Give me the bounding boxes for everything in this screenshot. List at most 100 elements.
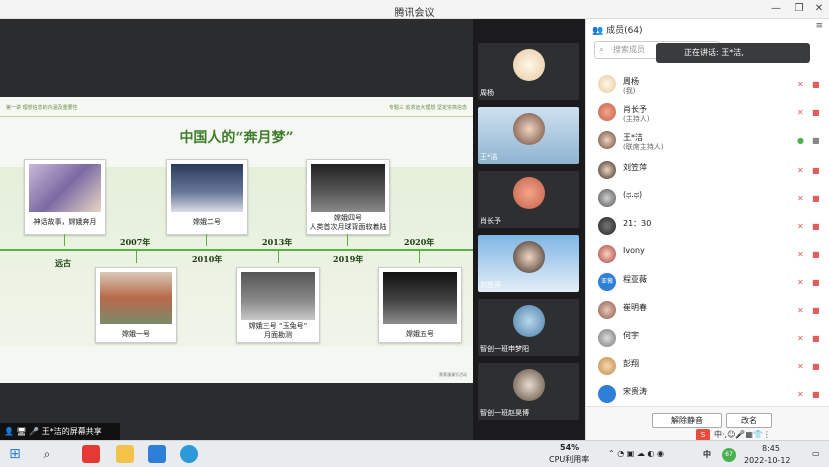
member-row[interactable]: 亚薇 程亚薇 ✕ ■ (586, 269, 829, 297)
notification-icon[interactable]: ▭ (812, 449, 820, 458)
mic-muted-icon[interactable]: ✕ (797, 334, 806, 343)
file-explorer-icon[interactable] (116, 445, 134, 463)
camera-off-icon[interactable]: ■ (812, 390, 822, 399)
camera-off-icon[interactable]: ■ (812, 306, 822, 315)
member-row[interactable]: Ivony ✕ ■ (586, 241, 829, 269)
video-tile[interactable]: 周杨 (478, 43, 579, 100)
clock-date[interactable]: 2022-10-12 (744, 456, 791, 465)
avatar (598, 329, 616, 347)
minimize-icon[interactable]: — (769, 3, 783, 15)
restore-icon[interactable]: ❐ (792, 3, 806, 15)
mic-muted-icon[interactable]: ✕ (797, 166, 806, 175)
member-row[interactable]: 何宇 ✕ ■ (586, 325, 829, 353)
rover-image (311, 164, 385, 212)
member-name: 崔明春 (623, 303, 647, 312)
video-tile[interactable]: 王*洁 (478, 107, 579, 164)
cpu-percent: 54% (560, 443, 580, 452)
member-row[interactable]: 21：30 ✕ ■ (586, 213, 829, 241)
close-icon[interactable]: ✕ (812, 3, 826, 15)
member-row[interactable]: 肖长予 (主持人) ✕ ■ (586, 99, 829, 127)
member-row[interactable]: 彭翔 ✕ ■ (586, 353, 829, 381)
window-title: 腾讯会议 (394, 8, 435, 19)
speaking-indicator: 正在讲话: 王*洁, (656, 43, 810, 63)
avatar (598, 245, 616, 263)
member-row[interactable]: 崔明春 ✕ ■ (586, 297, 829, 325)
slide-divider (0, 116, 473, 117)
window-title-bar: 腾讯会议 — ❐ ✕ (0, 0, 829, 19)
slide-title: 中国人的“奔月梦” (179, 130, 294, 146)
video-name: 周杨 (480, 89, 494, 97)
tray-icons[interactable]: ⌃ ◔ ▣ ☁ ◐ ◉ (608, 449, 664, 458)
avatar: 亚薇 (598, 273, 616, 291)
share-owner-text: 王*洁的屏幕共享 (41, 427, 102, 436)
mic-muted-icon[interactable]: ✕ (797, 108, 806, 117)
rocket-image (171, 164, 243, 212)
video-tile[interactable]: 刘笠萍 (478, 235, 579, 292)
yutu-image (241, 272, 315, 320)
mic-muted-icon[interactable]: ✕ (797, 362, 806, 371)
mic-icon: 🎤 (29, 427, 40, 436)
member-row[interactable]: 宋贵涛 ✕ ■ (586, 381, 829, 403)
windows-start-icon[interactable]: ⊞ (6, 445, 24, 463)
mic-muted-icon[interactable]: ✕ (797, 390, 806, 399)
share-owner-label: 👤 🖥 🎤 王*洁的屏幕共享 (0, 423, 120, 440)
avatar (513, 241, 545, 273)
timeline-tick (136, 251, 137, 263)
ime-toolbar[interactable]: 中·,☺🎤▦👕⋮ (714, 429, 771, 440)
camera-on-icon[interactable]: ■ (812, 136, 822, 145)
panel-title: 👥 成员(64) (592, 26, 643, 36)
member-row[interactable]: 周杨 (我) ✕ ■ (586, 71, 829, 99)
member-panel: 👥 成员(64) ≡ 搜索成员 ⌕ 正在讲话: 王*洁, 周杨 (我) ✕ ■ … (585, 19, 829, 441)
mic-muted-icon[interactable]: ✕ (797, 306, 806, 315)
member-row[interactable]: 王*洁 (联席主持人) ● ■ (586, 127, 829, 155)
wps-icon[interactable] (82, 445, 100, 463)
camera-off-icon[interactable]: ■ (812, 166, 822, 175)
video-tile[interactable]: 肖长予 (478, 171, 579, 228)
camera-off-icon[interactable]: ■ (812, 334, 822, 343)
tencent-meeting-icon[interactable] (148, 445, 166, 463)
camera-off-icon[interactable]: ■ (812, 194, 822, 203)
timeline-line (0, 249, 473, 251)
mic-muted-icon[interactable]: ✕ (797, 250, 806, 259)
slide-header-left: 第一讲 理想信念的内涵及重要性 (6, 105, 78, 111)
avatar (598, 189, 616, 207)
card-myth: 神话故事，嫦娥奔月 (24, 159, 106, 235)
member-name: 彭翔 (623, 359, 639, 368)
video-tile[interactable]: 智创一班申梦阳 (478, 299, 579, 356)
rename-button[interactable]: 改名 (726, 413, 772, 428)
camera-off-icon[interactable]: ■ (812, 278, 822, 287)
app-icon[interactable] (180, 445, 198, 463)
camera-off-icon[interactable]: ■ (812, 222, 822, 231)
mic-muted-icon[interactable]: ✕ (797, 278, 806, 287)
video-strip[interactable]: 周杨 王*洁 肖长予 刘笠萍 智创一班申梦阳 智创一班赵昊博 (473, 19, 585, 440)
avatar (513, 113, 545, 145)
avatar (598, 75, 616, 93)
camera-off-icon[interactable]: ■ (812, 108, 822, 117)
year-label: 2019年 (333, 254, 364, 264)
year-label: 2007年 (120, 237, 151, 247)
avatar (598, 385, 616, 403)
mic-muted-icon[interactable]: ✕ (797, 80, 806, 89)
clock-time[interactable]: 8:45 (762, 444, 780, 453)
search-icon[interactable]: ⌕ (38, 445, 56, 463)
member-row[interactable]: 刘笠萍 ✕ ■ (586, 157, 829, 185)
video-name: 肖长予 (480, 217, 501, 225)
card-caption: 神话故事，嫦娥奔月 (33, 218, 97, 226)
ime-indicator[interactable]: 中 (703, 449, 711, 460)
camera-off-icon[interactable]: ■ (812, 250, 822, 259)
video-tile[interactable]: 智创一班赵昊博 (478, 363, 579, 420)
taskbar: ⊞ ⌕ 54% CPU利用率 ⌃ ◔ ▣ ☁ ◐ ◉ 中 67 8:45 202… (0, 440, 829, 467)
unmute-all-button[interactable]: 解除静音 (652, 413, 722, 428)
card-caption: 嫦娥二号 (193, 218, 221, 226)
panel-menu-icon[interactable]: ≡ (815, 21, 823, 31)
mic-on-icon[interactable]: ● (797, 136, 806, 145)
camera-off-icon[interactable]: ■ (812, 80, 822, 89)
mic-muted-icon[interactable]: ✕ (797, 222, 806, 231)
year-label: 2010年 (192, 254, 223, 264)
member-row[interactable]: (ಥ.ಥ) ✕ ■ (586, 185, 829, 213)
camera-off-icon[interactable]: ■ (812, 362, 822, 371)
notification-badge[interactable]: 67 (722, 448, 736, 462)
mic-muted-icon[interactable]: ✕ (797, 194, 806, 203)
member-name: (ಥ.ಥ) (623, 190, 643, 199)
avatar (598, 161, 616, 179)
